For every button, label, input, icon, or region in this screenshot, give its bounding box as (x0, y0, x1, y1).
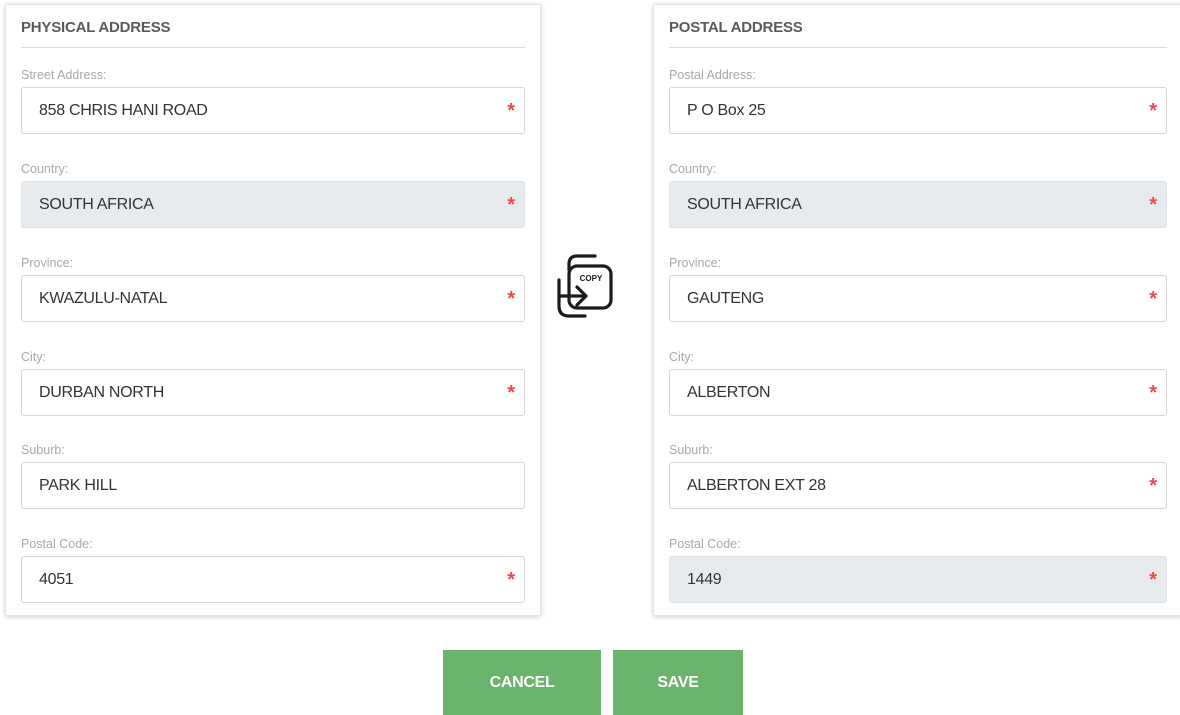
province-field[interactable]: KWAZULU-NATAL * (21, 275, 525, 322)
postal-city-value: ALBERTON (687, 384, 771, 401)
postal-address-field[interactable]: P O Box 25 * (669, 87, 1167, 134)
postal-suburb-value: ALBERTON EXT 28 (687, 477, 826, 494)
city-field[interactable]: DURBAN NORTH * (21, 369, 525, 416)
suburb-value: PARK HILL (39, 477, 117, 494)
postal-postal-code-value: 1449 (687, 571, 722, 588)
street-address-value: 858 CHRIS HANI ROAD (39, 102, 208, 119)
required-asterisk: * (1149, 194, 1157, 216)
city-label: City: (21, 350, 46, 364)
physical-address-title: PHYSICAL ADDRESS (21, 19, 525, 48)
country-label: Country: (21, 162, 69, 176)
country-value: SOUTH AFRICA (39, 196, 154, 213)
street-address-label: Street Address: (21, 68, 107, 82)
save-button[interactable]: SAVE (613, 650, 743, 715)
suburb-label: Suburb: (21, 443, 65, 457)
postal-suburb-field[interactable]: ALBERTON EXT 28 * (669, 462, 1167, 509)
required-asterisk: * (1149, 382, 1157, 404)
postal-address-label: Postal Address: (669, 68, 756, 82)
postal-country-field: SOUTH AFRICA * (669, 181, 1167, 228)
copy-address-button[interactable]: COPY (555, 252, 615, 320)
postal-province-label: Province: (669, 256, 722, 270)
postal-address-value: P O Box 25 (687, 102, 766, 119)
cancel-button[interactable]: CANCEL (443, 650, 601, 715)
required-asterisk: * (507, 194, 515, 216)
street-address-field[interactable]: 858 CHRIS HANI ROAD * (21, 87, 525, 134)
postal-city-label: City: (669, 350, 694, 364)
postal-province-value: GAUTENG (687, 290, 765, 307)
copy-label: COPY (580, 274, 603, 283)
required-asterisk: * (1149, 475, 1157, 497)
country-field: SOUTH AFRICA * (21, 181, 525, 228)
postal-country-value: SOUTH AFRICA (687, 196, 802, 213)
postal-code-field[interactable]: 4051 * (21, 556, 525, 603)
required-asterisk: * (1149, 288, 1157, 310)
required-asterisk: * (1149, 100, 1157, 122)
postal-code-value: 4051 (39, 571, 74, 588)
required-asterisk: * (507, 382, 515, 404)
required-asterisk: * (507, 288, 515, 310)
suburb-field[interactable]: PARK HILL (21, 462, 525, 509)
city-value: DURBAN NORTH (39, 384, 165, 401)
copy-icon: COPY (557, 254, 613, 318)
postal-postal-code-label: Postal Code: (669, 537, 741, 551)
postal-postal-code-field: 1449 * (669, 556, 1167, 603)
postal-country-label: Country: (669, 162, 717, 176)
province-label: Province: (21, 256, 74, 270)
postal-suburb-label: Suburb: (669, 443, 713, 457)
postal-address-title: POSTAL ADDRESS (669, 19, 1167, 48)
postal-province-field[interactable]: GAUTENG * (669, 275, 1167, 322)
required-asterisk: * (1149, 569, 1157, 591)
physical-address-panel: PHYSICAL ADDRESS Street Address: 858 CHR… (5, 4, 541, 616)
postal-address-panel: POSTAL ADDRESS Postal Address: P O Box 2… (653, 4, 1180, 616)
postal-code-label: Postal Code: (21, 537, 93, 551)
required-asterisk: * (507, 569, 515, 591)
province-value: KWAZULU-NATAL (39, 290, 168, 307)
postal-city-field[interactable]: ALBERTON * (669, 369, 1167, 416)
required-asterisk: * (507, 100, 515, 122)
